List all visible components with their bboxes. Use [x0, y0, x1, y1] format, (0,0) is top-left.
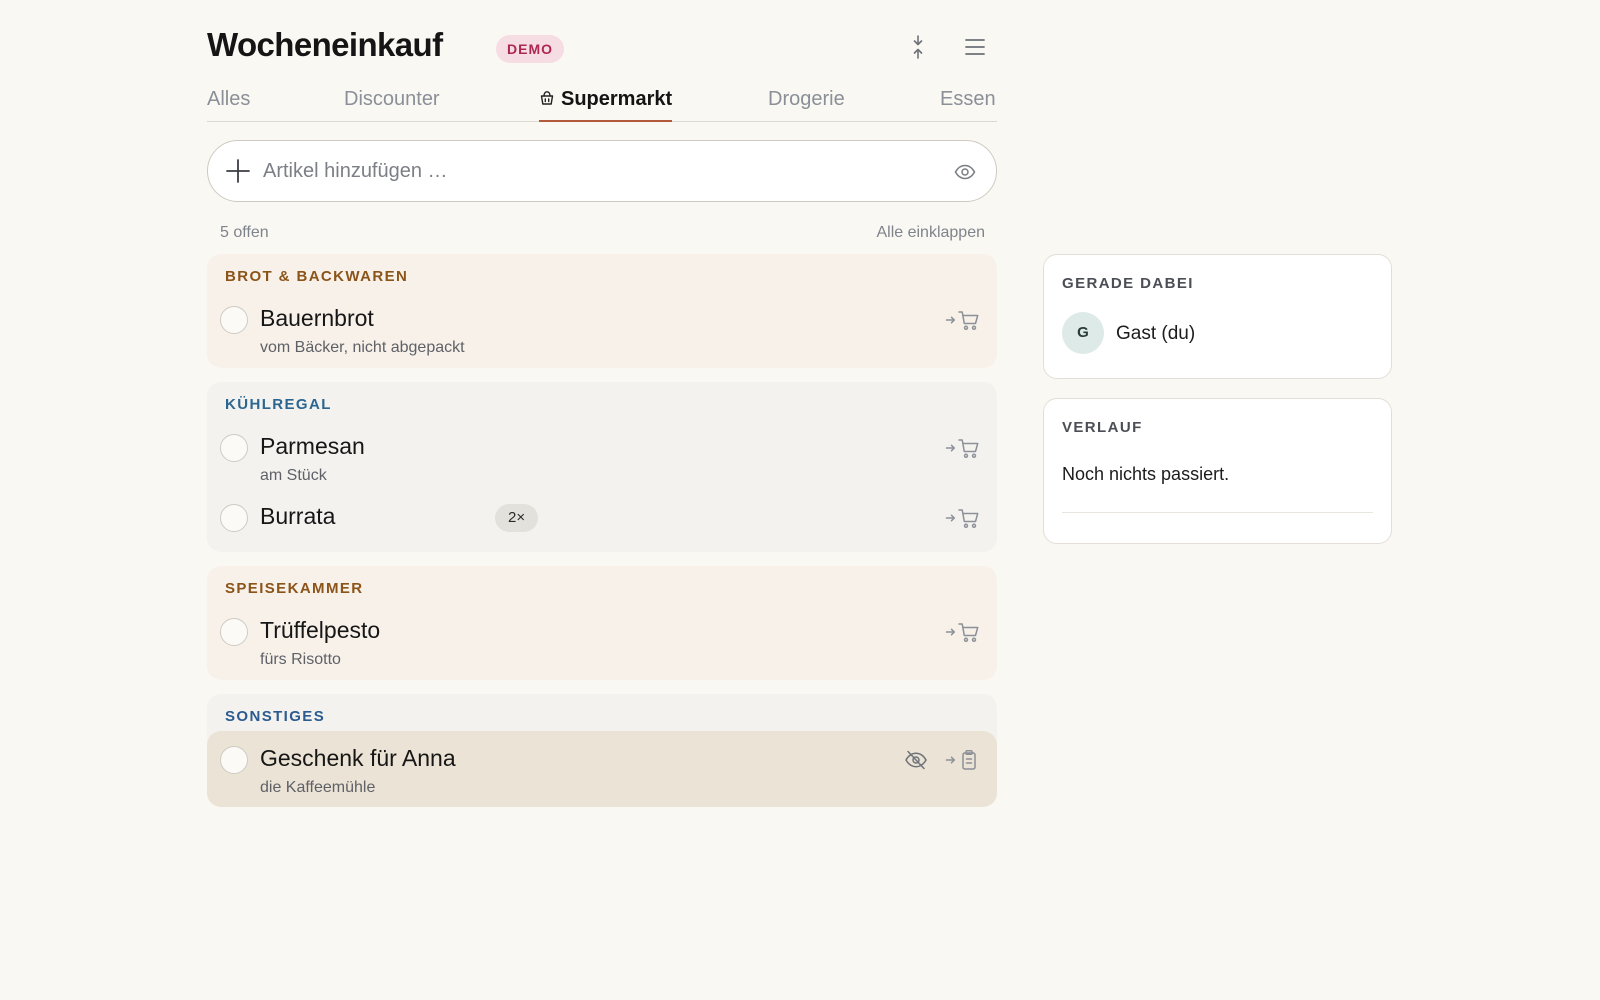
list-item: Parmesan am Stück — [207, 422, 997, 492]
item-checkbox[interactable] — [220, 434, 248, 462]
category-title[interactable]: KÜHLREGAL — [225, 396, 332, 413]
tab-alles[interactable]: Alles — [207, 88, 250, 122]
item-note: fürs Risotto — [260, 651, 341, 668]
tab-supermarkt[interactable]: Supermarkt — [539, 88, 673, 122]
plus-icon[interactable] — [225, 158, 251, 184]
collapse-all-button[interactable]: Alle einklappen — [876, 224, 985, 242]
category-group: SPEISEKAMMER Trüffelpesto fürs Risotto — [207, 566, 997, 680]
add-item-input[interactable] — [263, 153, 913, 189]
move-to-cart-button[interactable] — [945, 506, 989, 530]
category-title[interactable]: SPEISEKAMMER — [225, 580, 364, 597]
hamburger-menu-icon[interactable] — [963, 35, 987, 59]
tab-essen[interactable]: Essen — [940, 88, 996, 122]
item-checkbox[interactable] — [220, 504, 248, 532]
list-status-row: 5 offen Alle einklappen — [207, 224, 997, 244]
arrow-right-icon — [945, 444, 956, 452]
page-title: Wocheneinkauf — [207, 26, 443, 63]
item-note: vom Bäcker, nicht abgepackt — [260, 339, 465, 356]
shopping-basket-icon — [539, 89, 555, 105]
cart-icon — [958, 509, 979, 529]
tab-discounter[interactable]: Discounter — [344, 88, 440, 122]
list-item: Bauernbrot vom Bäcker, nicht abgepackt — [207, 294, 997, 368]
collapse-vertical-icon[interactable] — [907, 34, 929, 60]
arrow-right-icon — [945, 756, 956, 764]
category-title[interactable]: BROT & BACKWAREN — [225, 268, 408, 285]
item-name: Geschenk für Anna — [260, 745, 456, 771]
clipboard-icon — [962, 750, 976, 770]
cart-icon — [958, 439, 979, 459]
item-name: Bauernbrot — [260, 305, 374, 331]
open-count: 5 offen — [220, 224, 269, 241]
move-to-cart-button[interactable] — [945, 308, 989, 332]
item-note: am Stück — [260, 467, 327, 484]
item-checkbox[interactable] — [220, 746, 248, 774]
cart-icon — [958, 623, 979, 643]
store-tabs: Alles Discounter Supermarkt Drogerie Ess… — [207, 80, 997, 122]
eye-off-icon[interactable] — [904, 748, 928, 772]
eye-icon[interactable] — [954, 161, 976, 183]
move-to-list-button[interactable] — [945, 748, 989, 772]
arrow-right-icon — [945, 628, 956, 636]
avatar: G — [1062, 312, 1104, 354]
item-name: Trüffelpesto — [260, 617, 381, 643]
list-item: Burrata 2× — [207, 492, 997, 552]
category-title[interactable]: SONSTIGES — [225, 708, 325, 725]
header: Wocheneinkauf DEMO — [207, 0, 997, 80]
item-note: die Kaffeemühle — [260, 779, 376, 796]
category-group: SONSTIGES Geschenk für Anna die Kaffeemü… — [207, 694, 997, 807]
move-to-cart-button[interactable] — [945, 620, 989, 644]
presence-title: GERADE DABEI — [1062, 275, 1194, 292]
item-checkbox[interactable] — [220, 618, 248, 646]
item-name: Burrata — [260, 503, 336, 529]
cart-icon — [958, 311, 979, 331]
divider — [1062, 512, 1373, 513]
arrow-right-icon — [945, 316, 956, 324]
item-checkbox[interactable] — [220, 306, 248, 334]
quantity-badge: 2× — [495, 504, 539, 532]
history-title: VERLAUF — [1062, 419, 1143, 436]
arrow-right-icon — [945, 514, 956, 522]
list-main: Wocheneinkauf DEMO Alles Discounter Supe… — [207, 0, 997, 807]
history-card: VERLAUF Noch nichts passiert. — [1043, 398, 1392, 544]
item-name: Parmesan — [260, 433, 365, 459]
demo-badge: DEMO — [496, 35, 564, 63]
list-item: Geschenk für Anna die Kaffeemühle — [207, 731, 997, 807]
category-group: BROT & BACKWAREN Bauernbrot vom Bäcker, … — [207, 254, 997, 368]
list-item: Trüffelpesto fürs Risotto — [207, 606, 997, 680]
presence-card: GERADE DABEI G Gast (du) — [1043, 254, 1392, 379]
category-group: KÜHLREGAL Parmesan am Stück Burrata 2× — [207, 382, 997, 552]
user-name: Gast (du) — [1116, 323, 1196, 344]
add-item-field — [207, 140, 997, 202]
tab-drogerie[interactable]: Drogerie — [768, 88, 845, 122]
move-to-cart-button[interactable] — [945, 436, 989, 460]
history-empty-text: Noch nichts passiert. — [1062, 464, 1230, 484]
